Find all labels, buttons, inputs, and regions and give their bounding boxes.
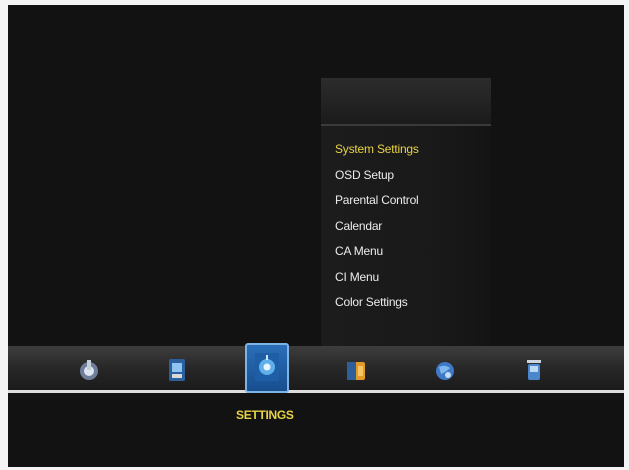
- menu-item-parental-control[interactable]: Parental Control: [335, 193, 419, 207]
- trash-icon[interactable]: [523, 357, 545, 383]
- menu-header: [321, 78, 491, 126]
- menu-item-ca-menu[interactable]: CA Menu: [335, 244, 383, 258]
- menu-item-calendar[interactable]: Calendar: [335, 219, 382, 233]
- menu-item-ci-menu[interactable]: CI Menu: [335, 270, 379, 284]
- selected-category-label: SETTINGS: [236, 408, 294, 422]
- settings-menu: System Settings OSD Setup Parental Contr…: [321, 126, 489, 346]
- settings-icon[interactable]: [245, 343, 289, 393]
- folder-icon[interactable]: [345, 357, 367, 383]
- globe-icon[interactable]: [434, 357, 456, 383]
- tools-icon[interactable]: [78, 357, 100, 383]
- bar-divider: [8, 390, 624, 393]
- tv-screen: System Settings OSD Setup Parental Contr…: [8, 5, 624, 467]
- menu-item-system-settings[interactable]: System Settings: [335, 142, 419, 156]
- menu-item-osd-setup[interactable]: OSD Setup: [335, 168, 394, 182]
- menu-item-color-settings[interactable]: Color Settings: [335, 295, 408, 309]
- media-icon[interactable]: [166, 357, 188, 383]
